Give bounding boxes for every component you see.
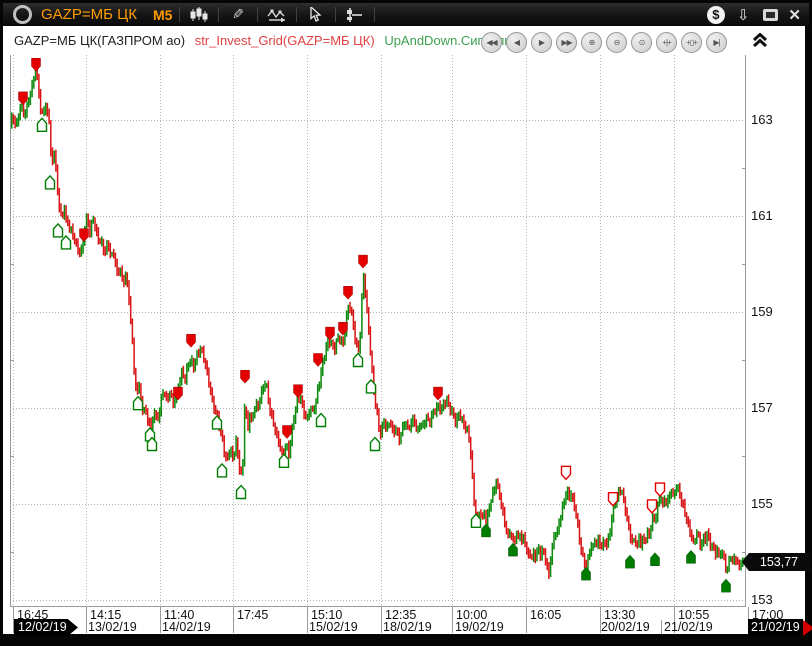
- x-axis-tick: [661, 620, 662, 634]
- grid-lines: [10, 55, 746, 607]
- start-date-tag: 12/02/19: [14, 619, 78, 636]
- nav-fast-forward-button[interactable]: ▶▶: [556, 32, 577, 53]
- dollar-icon[interactable]: $: [707, 6, 725, 24]
- x-axis-time-label: 16:05: [530, 608, 561, 622]
- minimize-icon[interactable]: [763, 9, 778, 21]
- window-title: GAZP=МБ ЦК: [41, 6, 137, 23]
- divider: [296, 7, 297, 22]
- x-axis-tick: [160, 607, 161, 633]
- nav-zoom-window-button[interactable]: ⊙: [631, 32, 652, 53]
- y-axis-label: 153: [751, 592, 791, 607]
- divider: [335, 7, 336, 22]
- x-axis-date-label: 18/02/19: [383, 620, 432, 634]
- candles-up: [12, 59, 745, 577]
- buy-signal-markers-hollow: [38, 118, 481, 527]
- nav-step-forward-button[interactable]: ▶: [531, 32, 552, 53]
- x-axis-tick: [13, 607, 14, 633]
- collapse-chevron-icon[interactable]: [751, 33, 769, 48]
- y-axis-label: 157: [751, 400, 791, 415]
- divider: [179, 7, 180, 22]
- chart-panel: GAZP=МБ ЦК(ГАЗПРОМ ао) str_Invest_Grid(G…: [3, 26, 805, 634]
- candlestick-icon[interactable]: [187, 6, 211, 24]
- y-axis-label: 161: [751, 208, 791, 223]
- red-arrow-icon: [803, 620, 812, 636]
- nav-zoom-out-button[interactable]: ⊖: [606, 32, 627, 53]
- x-axis-date-label: 14/02/19: [162, 620, 211, 634]
- nav-rewind-button[interactable]: ◀◀: [481, 32, 502, 53]
- y-axis-label: 163: [751, 112, 791, 127]
- nav-compress-x-button[interactable]: +|+: [656, 32, 677, 53]
- strategy-label[interactable]: str_Invest_Grid(GAZP=МБ ЦК): [195, 33, 375, 48]
- x-axis-date-label: 13/02/19: [88, 620, 137, 634]
- x-axis-tick: [381, 607, 382, 633]
- download-icon[interactable]: ⇩: [737, 6, 750, 24]
- last-price-value: 153,77: [760, 555, 798, 569]
- timeframe-label[interactable]: M5: [153, 7, 172, 23]
- pencil-icon[interactable]: ✎: [226, 6, 250, 24]
- window-titlebar: GAZP=МБ ЦК M5 ✎ $ ⇩ ✕: [3, 3, 809, 26]
- indicator-icon[interactable]: [265, 6, 289, 24]
- close-icon[interactable]: ✕: [788, 6, 801, 24]
- candles-down: [13, 58, 739, 579]
- record-ring-icon[interactable]: [13, 5, 32, 24]
- levels-icon[interactable]: [343, 6, 367, 24]
- end-date-value: 21/02/19: [748, 619, 803, 636]
- y-axis-label: 159: [751, 304, 791, 319]
- sell-signal-markers-hollow: [562, 466, 665, 513]
- nav-zoom-in-button[interactable]: ⊕: [581, 32, 602, 53]
- x-axis-date-label: 19/02/19: [455, 620, 504, 634]
- x-axis-tick: [526, 607, 527, 633]
- end-date-tag: 21/02/19: [748, 619, 812, 636]
- divider: [374, 7, 375, 22]
- x-axis-tick: [86, 607, 87, 633]
- y-axis-label: 155: [751, 496, 791, 511]
- last-price-tag: 153,77: [742, 553, 811, 571]
- x-axis-time-label: 17:45: [237, 608, 268, 622]
- x-axis-date-label: 21/02/19: [664, 620, 713, 634]
- divider: [218, 7, 219, 22]
- nav-go-end-button[interactable]: ▶|: [706, 32, 727, 53]
- x-axis-tick: [452, 607, 453, 633]
- price-chart[interactable]: [10, 55, 746, 607]
- x-axis-date-label: 15/02/19: [309, 620, 358, 634]
- cursor-icon[interactable]: [304, 6, 328, 24]
- x-axis-date-label: 20/02/19: [601, 620, 650, 634]
- x-axis-tick: [307, 607, 308, 633]
- divider: [257, 7, 258, 22]
- nav-step-back-button[interactable]: ◀: [506, 32, 527, 53]
- instrument-label[interactable]: GAZP=МБ ЦК(ГАЗПРОМ ао): [14, 33, 185, 48]
- nav-compress-candles-button[interactable]: +▯+: [681, 32, 702, 53]
- titlebar-right-controls: $ ⇩ ✕: [707, 6, 809, 24]
- chart-legend: GAZP=МБ ЦК(ГАЗПРОМ ао) str_Invest_Grid(G…: [14, 33, 514, 48]
- x-axis-tick: [233, 607, 234, 633]
- chart-nav-toolbar: ◀◀◀▶▶▶⊕⊖⊙+|++▯+▶|: [481, 32, 727, 53]
- application-window: GAZP=МБ ЦК M5 ✎ $ ⇩ ✕ GAZP=МБ ЦК(ГАЗПР: [0, 0, 812, 646]
